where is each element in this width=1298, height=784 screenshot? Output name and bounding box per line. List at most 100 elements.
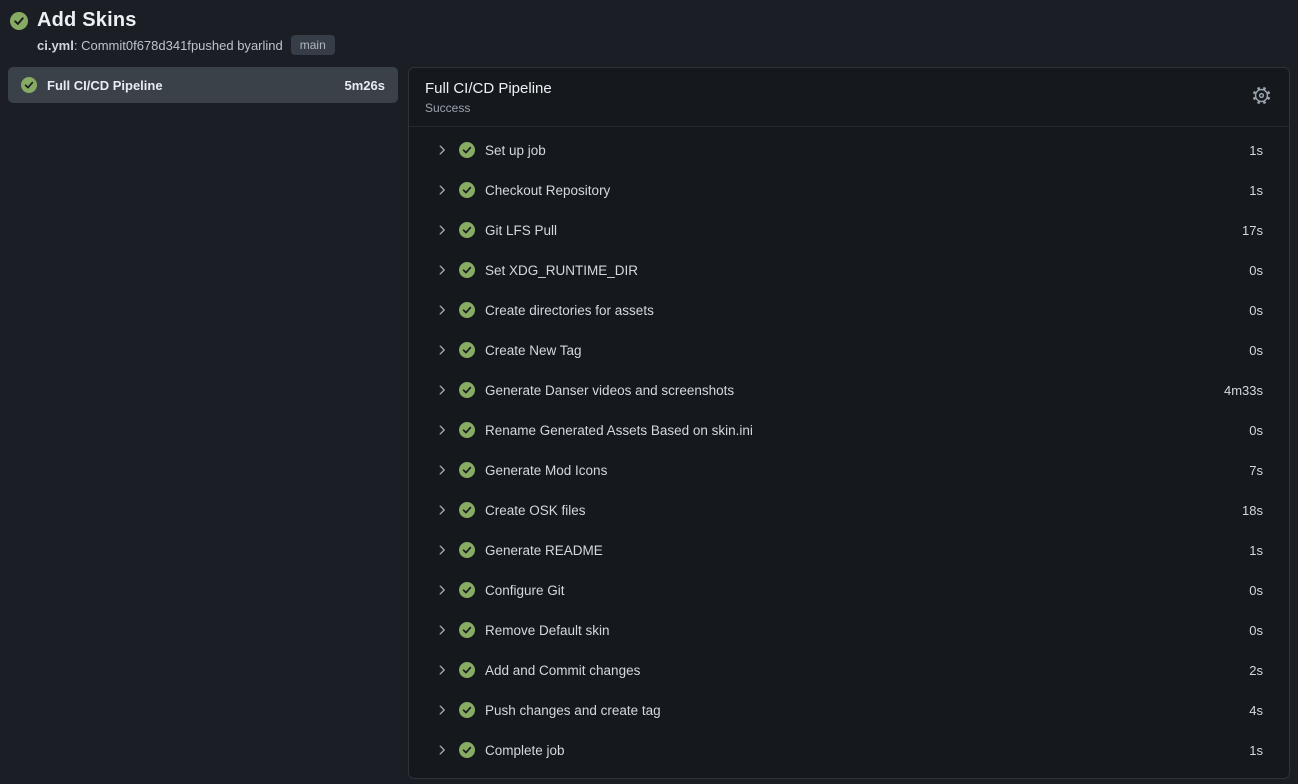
step-label: Create directories for assets: [485, 303, 1239, 318]
run-header: Add Skins ci.yml: Commit 0f678d341f push…: [0, 0, 1298, 61]
gear-icon[interactable]: [1250, 84, 1273, 107]
step-success-icon: [459, 302, 475, 318]
run-title: Add Skins: [37, 9, 137, 32]
step-success-icon: [459, 262, 475, 278]
steps-list: Set up job 1s Checkout Repository 1s Git…: [409, 127, 1289, 770]
step-success-icon: [459, 502, 475, 518]
step-row[interactable]: Set up job 1s: [409, 130, 1289, 170]
step-success-icon: [459, 542, 475, 558]
commit-prefix-text: : Commit: [74, 38, 126, 53]
chevron-right-icon[interactable]: [435, 463, 449, 477]
step-duration: 4m33s: [1224, 383, 1263, 398]
job-panel: Full CI/CD Pipeline Success: [408, 67, 1290, 779]
step-success-icon: [459, 742, 475, 758]
chevron-right-icon[interactable]: [435, 423, 449, 437]
chevron-right-icon[interactable]: [435, 503, 449, 517]
job-name: Full CI/CD Pipeline: [47, 78, 335, 93]
step-success-icon: [459, 142, 475, 158]
chevron-right-icon[interactable]: [435, 383, 449, 397]
actor-link[interactable]: arlind: [251, 38, 283, 53]
step-duration: 0s: [1249, 623, 1263, 638]
step-row[interactable]: Configure Git 0s: [409, 570, 1289, 610]
chevron-right-icon[interactable]: [435, 663, 449, 677]
step-row[interactable]: Remove Default skin 0s: [409, 610, 1289, 650]
chevron-right-icon[interactable]: [435, 743, 449, 757]
step-success-icon: [459, 462, 475, 478]
step-label: Rename Generated Assets Based on skin.in…: [485, 423, 1239, 438]
step-label: Set up job: [485, 143, 1239, 158]
job-panel-header: Full CI/CD Pipeline Success: [409, 68, 1289, 127]
step-duration: 4s: [1249, 703, 1263, 718]
pushed-by-text: pushed by: [191, 38, 251, 53]
step-label: Remove Default skin: [485, 623, 1239, 638]
step-duration: 0s: [1249, 583, 1263, 598]
step-row[interactable]: Set XDG_RUNTIME_DIR 0s: [409, 250, 1289, 290]
step-duration: 0s: [1249, 263, 1263, 278]
chevron-right-icon[interactable]: [435, 623, 449, 637]
step-label: Generate Mod Icons: [485, 463, 1239, 478]
run-subtitle: ci.yml: Commit 0f678d341f pushed by arli…: [37, 35, 1286, 55]
step-label: Git LFS Pull: [485, 223, 1232, 238]
step-label: Set XDG_RUNTIME_DIR: [485, 263, 1239, 278]
step-row[interactable]: Create directories for assets 0s: [409, 290, 1289, 330]
chevron-right-icon[interactable]: [435, 583, 449, 597]
step-label: Generate README: [485, 543, 1239, 558]
step-row[interactable]: Create New Tag 0s: [409, 330, 1289, 370]
chevron-right-icon[interactable]: [435, 143, 449, 157]
step-row[interactable]: Generate Mod Icons 7s: [409, 450, 1289, 490]
sidebar-job-item[interactable]: Full CI/CD Pipeline 5m26s: [8, 67, 398, 103]
step-label: Add and Commit changes: [485, 663, 1239, 678]
step-row[interactable]: Generate README 1s: [409, 530, 1289, 570]
step-duration: 0s: [1249, 343, 1263, 358]
step-row[interactable]: Git LFS Pull 17s: [409, 210, 1289, 250]
step-row[interactable]: Rename Generated Assets Based on skin.in…: [409, 410, 1289, 450]
step-row[interactable]: Complete job 1s: [409, 730, 1289, 770]
step-duration: 0s: [1249, 423, 1263, 438]
step-duration: 1s: [1249, 543, 1263, 558]
step-success-icon: [459, 182, 475, 198]
step-duration: 1s: [1249, 143, 1263, 158]
jobs-sidebar: Full CI/CD Pipeline 5m26s: [8, 67, 398, 103]
chevron-right-icon[interactable]: [435, 263, 449, 277]
step-row[interactable]: Add and Commit changes 2s: [409, 650, 1289, 690]
step-success-icon: [459, 662, 475, 678]
step-row[interactable]: Generate Danser videos and screenshots 4…: [409, 370, 1289, 410]
workflow-file-link[interactable]: ci.yml: [37, 38, 74, 53]
step-duration: 1s: [1249, 743, 1263, 758]
chevron-right-icon[interactable]: [435, 303, 449, 317]
job-duration: 5m26s: [345, 78, 385, 93]
step-row[interactable]: Push changes and create tag 4s: [409, 690, 1289, 730]
step-label: Generate Danser videos and screenshots: [485, 383, 1214, 398]
commit-sha-link[interactable]: 0f678d341f: [126, 38, 191, 53]
step-duration: 18s: [1242, 503, 1263, 518]
step-label: Configure Git: [485, 583, 1239, 598]
run-success-icon: [10, 12, 28, 30]
step-success-icon: [459, 382, 475, 398]
step-label: Create New Tag: [485, 343, 1239, 358]
step-label: Checkout Repository: [485, 183, 1239, 198]
step-success-icon: [459, 342, 475, 358]
chevron-right-icon[interactable]: [435, 223, 449, 237]
step-row[interactable]: Checkout Repository 1s: [409, 170, 1289, 210]
step-label: Create OSK files: [485, 503, 1232, 518]
step-duration: 1s: [1249, 183, 1263, 198]
job-success-icon: [21, 77, 37, 93]
chevron-right-icon[interactable]: [435, 183, 449, 197]
step-success-icon: [459, 222, 475, 238]
chevron-right-icon[interactable]: [435, 543, 449, 557]
step-success-icon: [459, 422, 475, 438]
job-status-text: Success: [425, 101, 1250, 115]
step-success-icon: [459, 702, 475, 718]
job-panel-title: Full CI/CD Pipeline: [425, 80, 1250, 97]
chevron-right-icon[interactable]: [435, 703, 449, 717]
actions-run-page: Add Skins ci.yml: Commit 0f678d341f push…: [0, 0, 1298, 784]
step-row[interactable]: Create OSK files 18s: [409, 490, 1289, 530]
run-content: Full CI/CD Pipeline 5m26s Full CI/CD Pip…: [0, 61, 1298, 779]
step-label: Push changes and create tag: [485, 703, 1239, 718]
step-duration: 7s: [1249, 463, 1263, 478]
step-label: Complete job: [485, 743, 1239, 758]
step-duration: 2s: [1249, 663, 1263, 678]
branch-badge[interactable]: main: [291, 35, 335, 55]
chevron-right-icon[interactable]: [435, 343, 449, 357]
step-duration: 0s: [1249, 303, 1263, 318]
